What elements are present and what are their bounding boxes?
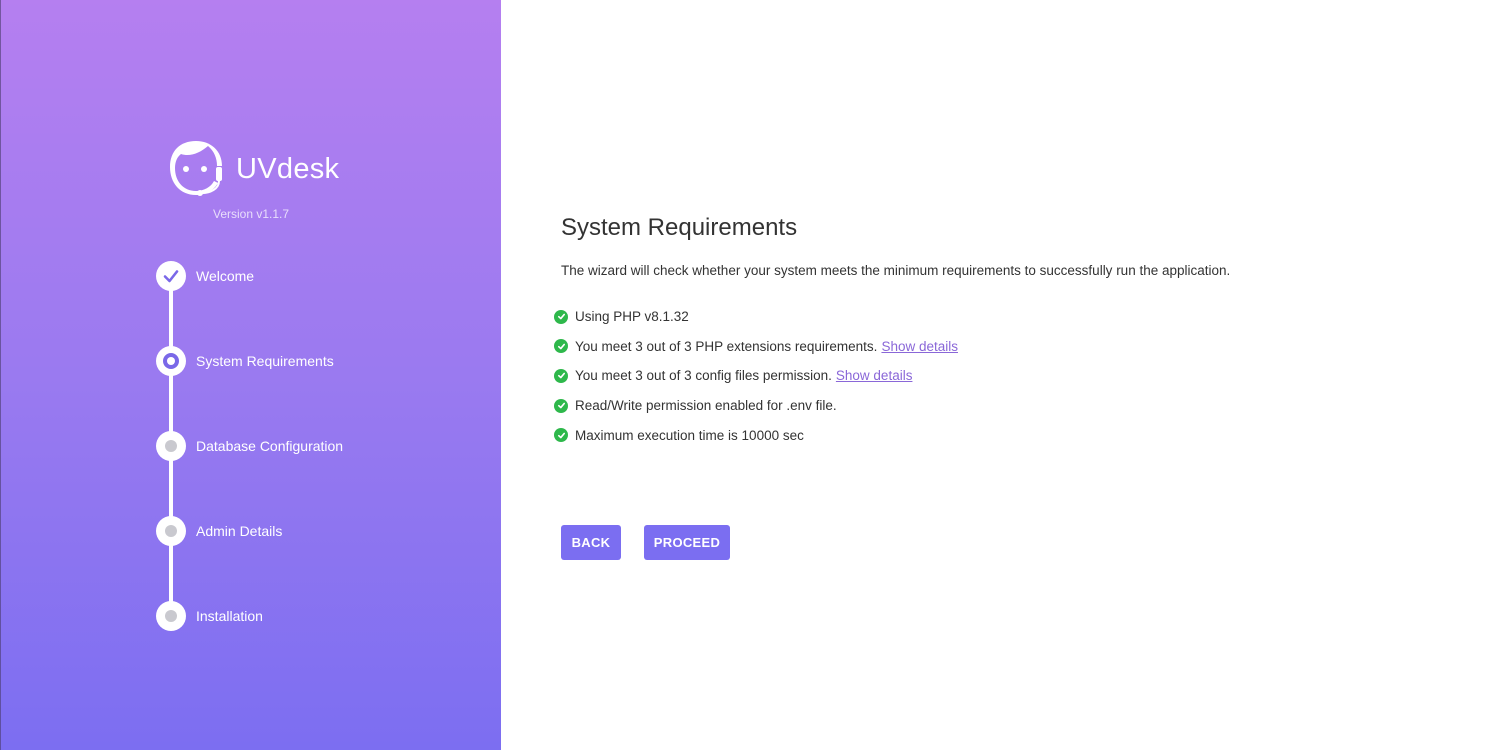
back-button[interactable]: BACK bbox=[561, 525, 621, 560]
step-system-requirements[interactable]: System Requirements bbox=[156, 346, 334, 376]
requirements-list: Using PHP v8.1.32 You meet 3 out of 3 PH… bbox=[554, 302, 958, 450]
step-pending-marker bbox=[156, 431, 186, 461]
pending-dot-icon bbox=[165, 525, 177, 537]
step-label: Database Configuration bbox=[196, 438, 344, 454]
sidebar: UVdesk Version v1.1.7 Welcome System Req… bbox=[0, 0, 501, 750]
show-details-link[interactable]: Show details bbox=[836, 368, 913, 383]
requirement-item: Read/Write permission enabled for .env f… bbox=[554, 391, 958, 421]
check-circle-icon bbox=[554, 428, 568, 443]
check-icon bbox=[163, 270, 179, 283]
step-current-marker bbox=[156, 346, 186, 376]
requirement-item: Using PHP v8.1.32 bbox=[554, 302, 958, 332]
support-agent-icon bbox=[170, 141, 222, 196]
current-dot-icon bbox=[163, 353, 179, 369]
step-label: Welcome bbox=[196, 268, 255, 284]
check-circle-icon bbox=[554, 368, 568, 383]
step-pending-marker bbox=[156, 516, 186, 546]
step-admin-details[interactable]: Admin Details bbox=[156, 516, 282, 546]
requirement-item: Maximum execution time is 10000 sec bbox=[554, 420, 958, 450]
step-label: Admin Details bbox=[196, 523, 283, 539]
window-edge bbox=[0, 0, 1, 750]
pending-dot-icon bbox=[165, 610, 177, 622]
page-description: The wizard will check whether your syste… bbox=[561, 263, 1231, 278]
requirement-item: You meet 3 out of 3 config files permiss… bbox=[554, 361, 958, 391]
step-welcome[interactable]: Welcome bbox=[156, 261, 254, 291]
check-circle-icon bbox=[554, 339, 568, 354]
brand-name: UVdesk bbox=[236, 152, 340, 185]
requirement-text: You meet 3 out of 3 config files permiss… bbox=[575, 368, 832, 384]
step-pending-marker bbox=[156, 601, 186, 631]
step-installation[interactable]: Installation bbox=[156, 601, 263, 631]
requirement-text: You meet 3 out of 3 PHP extensions requi… bbox=[575, 338, 878, 354]
pending-dot-icon bbox=[165, 440, 177, 452]
check-circle-icon bbox=[554, 309, 568, 324]
requirement-text: Read/Write permission enabled for .env f… bbox=[575, 398, 837, 414]
requirement-text: Maximum execution time is 10000 sec bbox=[575, 427, 804, 443]
check-circle-icon bbox=[554, 398, 568, 413]
step-done-marker bbox=[156, 261, 186, 291]
step-label: System Requirements bbox=[196, 353, 334, 369]
requirement-text: Using PHP v8.1.32 bbox=[575, 309, 689, 325]
requirement-item: You meet 3 out of 3 PHP extensions requi… bbox=[554, 332, 958, 362]
proceed-button[interactable]: PROCEED bbox=[644, 525, 730, 560]
page-title: System Requirements bbox=[561, 214, 798, 241]
step-database-configuration[interactable]: Database Configuration bbox=[156, 431, 343, 461]
version-label: Version v1.1.7 bbox=[213, 207, 290, 221]
step-label: Installation bbox=[196, 608, 263, 624]
brand: UVdesk bbox=[166, 137, 339, 201]
show-details-link[interactable]: Show details bbox=[881, 339, 958, 354]
